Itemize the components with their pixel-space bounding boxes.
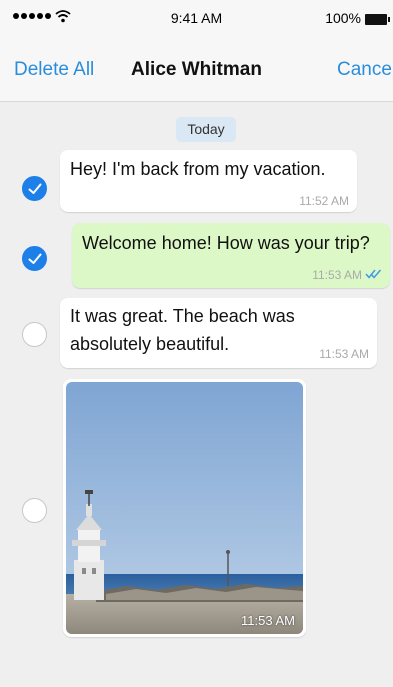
lighthouse-beach-photo[interactable]: 11:53 AM [66, 382, 303, 634]
message-text: Welcome home! How was your trip? [82, 233, 370, 253]
message-select-checkbox[interactable] [22, 176, 47, 201]
message-time: 11:53 AM [312, 268, 362, 282]
message-select-checkbox[interactable] [22, 498, 47, 523]
contact-name-title: Alice Whitman [131, 59, 262, 80]
battery-icon [365, 14, 390, 25]
double-check-icon [365, 269, 382, 279]
incoming-message-bubble[interactable]: It was great. The beach was absolutely b… [60, 298, 377, 368]
checkmark-icon [28, 253, 42, 264]
message-text: Hey! I'm back from my vacation. [70, 159, 326, 179]
message-select-checkbox[interactable] [22, 246, 47, 271]
chat-screen: 9:41 AM 100% Delete All Alice Whitman Ca… [0, 0, 393, 687]
date-separator: Today [176, 117, 236, 142]
photo-message-bubble[interactable]: 11:53 AM [63, 379, 306, 637]
status-bar: 9:41 AM 100% [0, 0, 393, 40]
message-select-checkbox[interactable] [22, 322, 47, 347]
photo-time: 11:53 AM [241, 613, 295, 628]
message-list: Today Hey! I'm back from my vacation. 11… [0, 102, 393, 687]
nav-bar: Delete All Alice Whitman Cancel [0, 40, 393, 102]
message-text-line: absolutely beautiful. [70, 334, 230, 354]
message-text-line: It was great. The beach was [70, 306, 295, 326]
incoming-message-bubble[interactable]: Hey! I'm back from my vacation. 11:52 AM [60, 150, 357, 212]
battery-percent: 100% [325, 10, 361, 26]
message-time: 11:52 AM [299, 194, 349, 208]
checkmark-icon [28, 183, 42, 194]
outgoing-message-bubble[interactable]: Welcome home! How was your trip? 11:53 A… [72, 223, 390, 288]
cancel-button[interactable]: Cancel [337, 59, 393, 81]
message-time: 11:53 AM [319, 347, 369, 361]
